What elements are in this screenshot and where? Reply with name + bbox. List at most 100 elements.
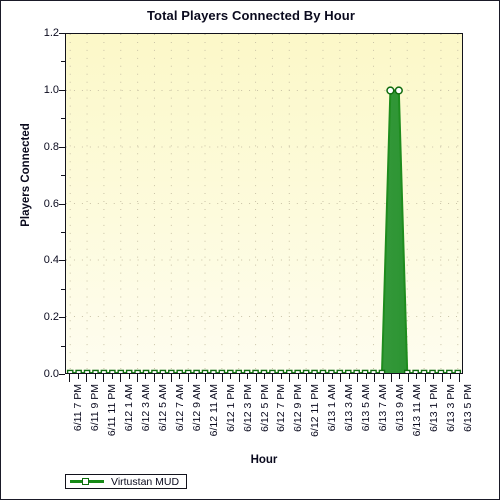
x-minor-tick: [213, 374, 215, 379]
x-tick-label: 6/11 11 PM: [106, 384, 119, 437]
legend-swatch-icon: [70, 477, 104, 486]
x-major-tick: [374, 374, 376, 382]
x-minor-tick: [111, 374, 113, 379]
data-point-marker: [277, 369, 285, 373]
data-point-marker: [109, 369, 116, 373]
x-major-tick: [204, 374, 206, 382]
data-point-marker: [319, 369, 327, 373]
data-point-marker: [437, 369, 445, 373]
data-point-marker: [429, 369, 436, 373]
x-tick-label: 6/12 5 AM: [156, 384, 169, 432]
x-minor-tick: [196, 374, 198, 379]
chart-container: Total Players Connected By Hour Players …: [0, 0, 500, 500]
legend-label-virtustan-mud: Virtustan MUD: [111, 475, 180, 488]
x-minor-tick: [314, 374, 316, 379]
data-point-marker: [446, 369, 453, 373]
x-tick-label: 6/13 11 AM: [410, 384, 423, 437]
x-minor-tick: [179, 374, 181, 379]
x-minor-tick: [280, 374, 282, 379]
data-point-marker: [75, 369, 82, 373]
x-major-tick: [255, 374, 257, 382]
data-point-marker: [66, 369, 74, 373]
data-point-marker: [454, 369, 462, 373]
data-point-marker: [125, 369, 133, 373]
x-major-tick: [289, 374, 291, 382]
x-minor-tick: [433, 374, 435, 379]
y-tick-label: 0.8: [43, 140, 59, 153]
x-major-tick: [424, 374, 426, 382]
x-tick-label: 6/13 1 AM: [326, 384, 339, 432]
x-tick-label: 6/12 7 PM: [275, 384, 288, 432]
y-axis-tick-labels: 0.0 0.2 0.4 0.6 0.8 1.0 1.2: [15, 27, 59, 380]
data-point-marker: [151, 369, 158, 373]
data-point-marker: [420, 369, 428, 373]
x-tick-label: 6/12 5 PM: [258, 384, 271, 432]
data-point-marker: [260, 369, 268, 373]
x-major-tick: [221, 374, 223, 382]
data-point-marker: [235, 369, 243, 373]
data-point-marker: [92, 369, 99, 373]
x-tick-label: 6/12 7 AM: [173, 384, 186, 432]
data-point-marker: [394, 86, 403, 95]
x-tick-label: 6/12 9 AM: [190, 384, 203, 432]
x-major-tick: [170, 374, 172, 382]
x-major-tick: [391, 374, 393, 382]
x-major-tick: [238, 374, 240, 382]
x-major-tick: [323, 374, 325, 382]
data-series-layer: [66, 86, 462, 373]
data-point-marker: [311, 369, 318, 373]
y-tick-label: 0.4: [43, 254, 59, 267]
x-major-tick: [407, 374, 409, 382]
x-major-tick: [458, 374, 460, 382]
y-tick-label: 1.2: [43, 27, 59, 39]
x-minor-tick: [348, 374, 350, 379]
x-minor-tick: [365, 374, 367, 379]
x-minor-tick: [145, 374, 147, 379]
data-point-marker: [370, 369, 377, 373]
x-tick-label: 6/12 11 PM: [309, 384, 322, 437]
x-minor-tick: [77, 374, 79, 379]
x-major-tick: [441, 374, 443, 382]
x-major-tick: [187, 374, 189, 382]
data-point-marker: [353, 369, 360, 373]
x-minor-tick: [247, 374, 249, 379]
x-minor-tick: [331, 374, 333, 379]
data-point-marker: [336, 369, 344, 373]
x-major-tick: [86, 374, 88, 382]
x-tick-label: 6/11 7 PM: [72, 384, 85, 432]
x-major-tick: [153, 374, 155, 382]
x-axis-ticks: [65, 374, 463, 384]
x-minor-tick: [399, 374, 401, 379]
x-minor-tick: [264, 374, 265, 379]
x-tick-label: 6/13 3 PM: [444, 384, 457, 432]
plot-area: [65, 33, 463, 374]
data-point-marker: [134, 369, 141, 373]
x-minor-tick: [94, 374, 96, 379]
data-point-marker: [302, 369, 310, 373]
data-point-marker: [294, 369, 301, 373]
x-tick-label: 6/13 1 PM: [427, 384, 440, 432]
x-minor-tick: [162, 374, 164, 379]
data-point-marker: [210, 369, 217, 373]
x-tick-label: 6/12 1 AM: [123, 384, 136, 432]
y-tick-label: 0.2: [43, 311, 59, 324]
data-point-marker: [168, 369, 175, 373]
data-point-marker: [100, 369, 108, 373]
x-tick-label: 6/11 9 PM: [89, 384, 102, 432]
data-point-marker: [344, 369, 352, 373]
x-minor-tick: [450, 374, 452, 379]
data-point-marker: [218, 369, 226, 373]
x-axis-tick-labels: 6/11 7 PM 6/11 9 PM 6/11 11 PM 6/12 1 AM 6/1…: [65, 384, 474, 446]
x-tick-label: 6/12 3 PM: [241, 384, 254, 432]
data-point-marker: [403, 369, 411, 373]
x-major-tick: [340, 374, 342, 382]
x-minor-tick: [128, 374, 130, 379]
x-major-tick: [136, 374, 138, 382]
data-point-marker: [269, 369, 276, 373]
x-major-tick: [103, 374, 105, 382]
y-tick-label: 1.0: [43, 83, 59, 96]
data-point-marker: [142, 369, 150, 373]
x-tick-label: 6/13 9 AM: [394, 384, 407, 432]
x-tick-label: 6/13 5 AM: [360, 384, 373, 432]
x-major-tick: [306, 374, 308, 382]
